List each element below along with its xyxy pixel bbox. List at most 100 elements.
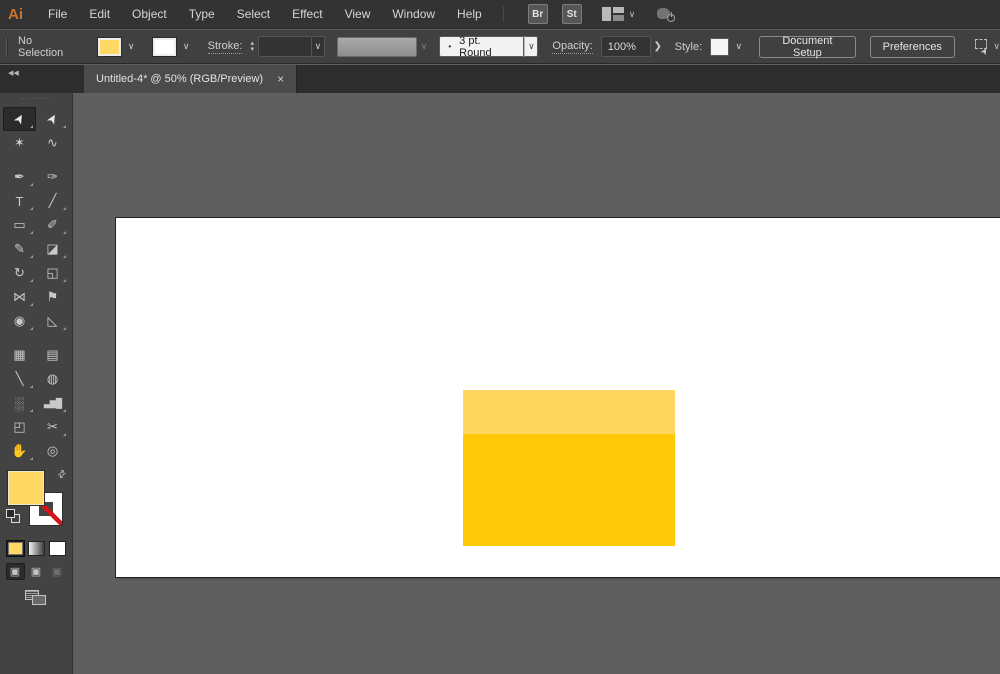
tool-rotate[interactable]: ↻ — [3, 261, 36, 285]
menu-view[interactable]: View — [334, 0, 382, 29]
tool-scale[interactable]: ◱ — [36, 261, 69, 285]
tab-bar: ◀◀ Untitled-4* @ 50% (RGB/Preview) × — [0, 65, 1000, 93]
style-label: Style: — [675, 41, 703, 53]
opacity-label[interactable]: Opacity: — [552, 40, 592, 54]
stepper-down-icon[interactable]: ▾ — [250, 47, 254, 53]
tool-hand[interactable]: ✋ — [3, 439, 36, 463]
stroke-weight-input[interactable] — [258, 36, 312, 57]
tool-paintbrush[interactable]: ✐ — [36, 213, 69, 237]
tool-eraser[interactable]: ◪ — [36, 237, 69, 261]
tool-artboard[interactable]: ◰ — [3, 415, 36, 439]
menu-bar: Ai File Edit Object Type Select Effect V… — [0, 0, 1000, 29]
brush-chevron-icon-disabled: ∨ — [421, 41, 428, 52]
tool-puppet-warp[interactable]: ⚑ — [36, 285, 69, 309]
tool-column-graph[interactable]: ▃▆█ — [36, 391, 69, 415]
menu-type[interactable]: Type — [178, 0, 226, 29]
yellow-rectangle-shape[interactable] — [463, 390, 675, 546]
collapse-panel-icon[interactable]: ◀◀ — [8, 69, 19, 77]
document-tab-title: Untitled-4* @ 50% (RGB/Preview) — [96, 73, 263, 85]
stroke-weight-label[interactable]: Stroke: — [208, 40, 243, 54]
tool-mesh[interactable]: ▦ — [3, 343, 36, 367]
workspace-switcher-icon[interactable] — [602, 7, 624, 21]
tool-perspective-grid[interactable]: ◺ — [36, 309, 69, 333]
fill-color-combo[interactable]: ∨ — [98, 37, 139, 57]
draw-inside-icon: ▣ — [48, 563, 67, 580]
swap-fill-stroke-icon[interactable]: ⇄ — [55, 468, 68, 482]
stroke-weight-stepper[interactable]: ▴ ▾ — [250, 41, 254, 53]
panel-grip[interactable] — [6, 38, 8, 56]
none-button[interactable] — [49, 541, 66, 556]
tool-grid: ➤ ➤ ✶ ∿ ✒ ✑ T ╱ ▭ ✐ ✎ ◪ ↻ ◱ ⋈ ⚑ ◉ ◺ ▦ ▤ … — [3, 107, 69, 463]
tool-gradient[interactable]: ▤ — [36, 343, 69, 367]
tool-direct-selection[interactable]: ➤ — [36, 107, 69, 131]
menubar-divider — [503, 6, 504, 22]
power-icon — [667, 14, 675, 22]
menu-select[interactable]: Select — [226, 0, 281, 29]
fill-proxy[interactable] — [8, 471, 44, 505]
tool-magic-wand[interactable]: ✶ — [3, 131, 36, 155]
tool-symbol-sprayer[interactable]: ░ — [3, 391, 36, 415]
profile-bullet-icon: • — [448, 42, 451, 51]
menu-object[interactable]: Object — [121, 0, 178, 29]
preferences-button[interactable]: Preferences — [870, 36, 955, 58]
tool-blend[interactable]: ◍ — [36, 367, 69, 391]
opacity-input[interactable]: 100% — [601, 36, 651, 57]
draw-behind-icon[interactable]: ▣ — [27, 563, 46, 580]
tools-panel-grip[interactable] — [19, 97, 53, 101]
profile-chevron-icon[interactable]: ∨ — [524, 36, 538, 57]
document-tab[interactable]: Untitled-4* @ 50% (RGB/Preview) × — [84, 65, 297, 93]
draw-normal-icon[interactable]: ▣ — [6, 563, 25, 580]
color-button[interactable] — [7, 541, 24, 556]
tool-zoom[interactable]: ◎ — [36, 439, 69, 463]
menu-window[interactable]: Window — [381, 0, 446, 29]
menu-effect[interactable]: Effect — [281, 0, 333, 29]
tool-shape-builder[interactable]: ◉ — [3, 309, 36, 333]
document-setup-button[interactable]: Document Setup — [759, 36, 855, 58]
selection-status: No Selection — [18, 35, 72, 59]
tab-close-icon[interactable]: × — [277, 73, 284, 85]
illustrator-logo: Ai — [8, 6, 23, 23]
change-screen-mode-icon[interactable] — [25, 590, 47, 606]
tool-rectangle[interactable]: ▭ — [3, 213, 36, 237]
select-similar-chevron-icon[interactable]: ∨ — [993, 41, 1000, 52]
variable-width-profile-combo[interactable]: • 3 pt. Round — [439, 36, 524, 57]
paint-mode-row — [0, 541, 72, 556]
style-chevron-icon[interactable]: ∨ — [732, 37, 745, 57]
opacity-arrow-icon[interactable]: ❯ — [651, 36, 665, 57]
select-similar-icon[interactable]: ➤ — [973, 39, 988, 55]
stroke-chevron-down-icon[interactable]: ∨ — [179, 37, 194, 57]
bridge-button[interactable]: Br — [528, 4, 548, 24]
menu-edit[interactable]: Edit — [78, 0, 121, 29]
tool-width[interactable]: ⋈ — [3, 285, 36, 309]
menu-help[interactable]: Help — [446, 0, 493, 29]
stroke-weight-chevron-icon[interactable]: ∨ — [312, 36, 326, 57]
tool-eyedropper[interactable]: ╲ — [3, 367, 36, 391]
brush-definition-preview[interactable] — [337, 37, 416, 57]
tool-line-segment[interactable]: ╱ — [36, 189, 69, 213]
stroke-color-combo[interactable]: ∨ — [153, 37, 194, 57]
tool-pen[interactable]: ✒ — [3, 165, 36, 189]
tool-selection[interactable]: ➤ — [3, 107, 36, 131]
tool-slice[interactable]: ✂ — [36, 415, 69, 439]
tool-shaper[interactable]: ✎ — [3, 237, 36, 261]
stock-button[interactable]: St — [562, 4, 582, 24]
touch-workspace-icon[interactable] — [657, 6, 675, 22]
stroke-swatch-none[interactable] — [153, 38, 176, 56]
yellow-rectangle-bottom-band[interactable] — [463, 434, 675, 546]
control-bar: No Selection ∨ ∨ Stroke: ▴ ▾ ∨ ∨ • 3 pt.… — [0, 30, 1000, 64]
gradient-button[interactable] — [28, 541, 45, 556]
default-fill-stroke-icon[interactable] — [6, 509, 20, 523]
tool-curvature[interactable]: ✑ — [36, 165, 69, 189]
drawing-mode-row: ▣ ▣ ▣ — [0, 563, 72, 580]
menu-file[interactable]: File — [37, 0, 78, 29]
fill-stroke-proxy: ⇄ — [3, 469, 69, 535]
fill-swatch[interactable] — [98, 38, 121, 56]
profile-value: 3 pt. Round — [459, 35, 515, 59]
tool-lasso[interactable]: ∿ — [36, 131, 69, 155]
tools-panel: ➤ ➤ ✶ ∿ ✒ ✑ T ╱ ▭ ✐ ✎ ◪ ↻ ◱ ⋈ ⚑ ◉ ◺ ▦ ▤ … — [0, 93, 73, 674]
yellow-rectangle-top-band[interactable] — [463, 390, 675, 434]
fill-chevron-down-icon[interactable]: ∨ — [124, 37, 139, 57]
tool-type[interactable]: T — [3, 189, 36, 213]
workspace-chevron-down-icon[interactable]: ∨ — [629, 9, 636, 20]
style-swatch[interactable] — [710, 38, 729, 56]
